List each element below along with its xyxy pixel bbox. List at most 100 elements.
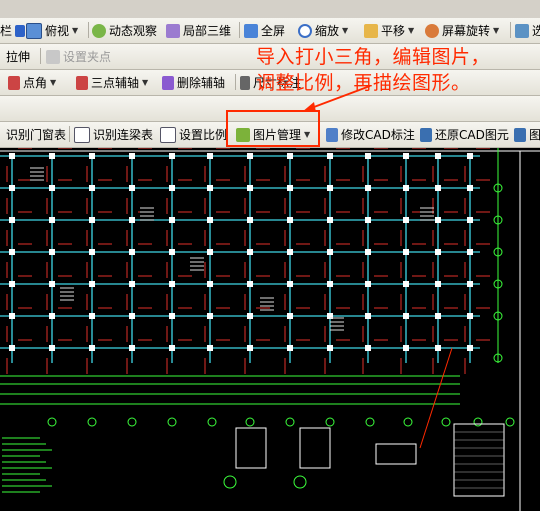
- column-mark: [365, 313, 371, 319]
- column-mark: [49, 345, 55, 351]
- detail-section: [299, 427, 331, 469]
- column-mark: [365, 345, 371, 351]
- column-mark: [287, 281, 293, 287]
- axis-bubble: [223, 475, 237, 489]
- set-grip-button[interactable]: 设置夹点: [46, 44, 111, 69]
- edit-cad-dimension-button[interactable]: 修改CAD标注: [326, 122, 415, 147]
- set-scale-button[interactable]: 设置比例: [160, 122, 227, 147]
- axis-bubble: [127, 417, 137, 427]
- column-mark: [435, 345, 441, 351]
- column-mark: [129, 345, 135, 351]
- detail-section: [375, 443, 417, 465]
- column-mark: [247, 313, 253, 319]
- column-mark: [169, 281, 175, 287]
- column-mark: [365, 249, 371, 255]
- axis-bubble: [245, 417, 255, 427]
- column-mark: [467, 345, 473, 351]
- point-angle-button[interactable]: 点角 ▼: [8, 70, 56, 95]
- restore-cad-label: 还原CAD图元: [435, 128, 509, 142]
- column-mark: [169, 217, 175, 223]
- select-button[interactable]: 选: [515, 18, 540, 43]
- column-mark: [169, 345, 175, 351]
- column-mark: [327, 185, 333, 191]
- cad-drawing-canvas[interactable]: [0, 148, 540, 511]
- column-mark: [129, 281, 135, 287]
- local-3d-icon: [166, 23, 180, 38]
- pan-button[interactable]: 平移 ▼: [364, 18, 414, 43]
- column-mark: [207, 153, 213, 159]
- left-dropdown[interactable]: 栏: [0, 18, 26, 43]
- chevron-down-icon: ▼: [342, 26, 349, 35]
- column-mark: [207, 217, 213, 223]
- axis-bubble: [403, 417, 413, 427]
- dynamic-orbit-button[interactable]: 动态观察: [92, 18, 157, 43]
- column-mark: [89, 217, 95, 223]
- pan-icon: [364, 23, 378, 38]
- stretch-button[interactable]: 拉伸: [6, 44, 30, 69]
- edit-cad-dimension-label: 修改CAD标注: [341, 128, 415, 142]
- column-mark: [9, 313, 15, 319]
- column-mark: [287, 153, 293, 159]
- cube-icon: [26, 22, 42, 39]
- column-mark: [169, 153, 175, 159]
- column-mark: [247, 153, 253, 159]
- chevron-down-icon: ▼: [408, 26, 415, 35]
- fullscreen-label: 全屏: [261, 24, 286, 38]
- left-fragment: 栏: [0, 24, 13, 38]
- scale-icon: [160, 126, 176, 143]
- column-mark: [49, 153, 55, 159]
- column-mark: [247, 249, 253, 255]
- axis-bubble: [441, 417, 451, 427]
- three-point-axis-button[interactable]: 三点辅轴 ▼: [76, 70, 148, 95]
- dimension-icon: [240, 75, 250, 90]
- column-mark: [207, 249, 213, 255]
- column-mark: [467, 249, 473, 255]
- column-mark: [49, 249, 55, 255]
- column-mark: [287, 313, 293, 319]
- column-mark: [207, 345, 213, 351]
- column-mark: [9, 153, 15, 159]
- zoom-icon: [298, 23, 312, 38]
- figure-icon: [514, 127, 526, 142]
- cad-drawing: [0, 148, 540, 511]
- local-3d-button[interactable]: 局部三维: [166, 18, 231, 43]
- column-mark: [129, 249, 135, 255]
- axis-bubble: [293, 475, 307, 489]
- column-mark: [435, 281, 441, 287]
- recognize-beam-table-label: 识别连梁表: [93, 128, 154, 142]
- column-mark: [89, 185, 95, 191]
- axis-bubble: [207, 417, 217, 427]
- column-mark: [247, 185, 253, 191]
- axis-bubble: [285, 417, 295, 427]
- column-mark: [89, 313, 95, 319]
- pencil-icon: [46, 49, 60, 64]
- column-mark: [169, 185, 175, 191]
- chevron-down-icon: ▼: [142, 78, 149, 87]
- local-3d-label: 局部三维: [183, 24, 232, 38]
- column-mark: [89, 281, 95, 287]
- chevron-down-icon: ▼: [50, 78, 57, 87]
- recognize-door-window-button[interactable]: 识别门窗表: [6, 122, 66, 147]
- leader-line: [419, 347, 453, 449]
- column-mark: [49, 313, 55, 319]
- zoom-button[interactable]: 缩放 ▼: [298, 18, 348, 43]
- restore-cad-button[interactable]: 还原CAD图元: [420, 122, 509, 147]
- detail-section: [235, 427, 267, 469]
- column-mark: [9, 249, 15, 255]
- set-grip-label: 设置夹点: [63, 50, 112, 64]
- rotate-screen-button[interactable]: 屏幕旋转 ▼: [425, 18, 499, 43]
- figure-button[interactable]: 图: [514, 122, 540, 147]
- column-mark: [287, 249, 293, 255]
- recognize-beam-table-button[interactable]: 识别连梁表: [74, 122, 153, 147]
- chevron-down-icon: ▼: [72, 26, 79, 35]
- column-mark: [9, 345, 15, 351]
- column-mark: [49, 185, 55, 191]
- column-mark: [9, 217, 15, 223]
- dropdown-arrow-icon: [15, 24, 26, 37]
- pan-label: 平移: [381, 24, 406, 38]
- fullscreen-button[interactable]: 全屏: [244, 18, 285, 43]
- delete-axis-button[interactable]: 删除辅轴: [162, 70, 225, 95]
- view-top-button[interactable]: 俯视 ▼: [26, 18, 78, 43]
- column-mark: [435, 153, 441, 159]
- column-mark: [467, 217, 473, 223]
